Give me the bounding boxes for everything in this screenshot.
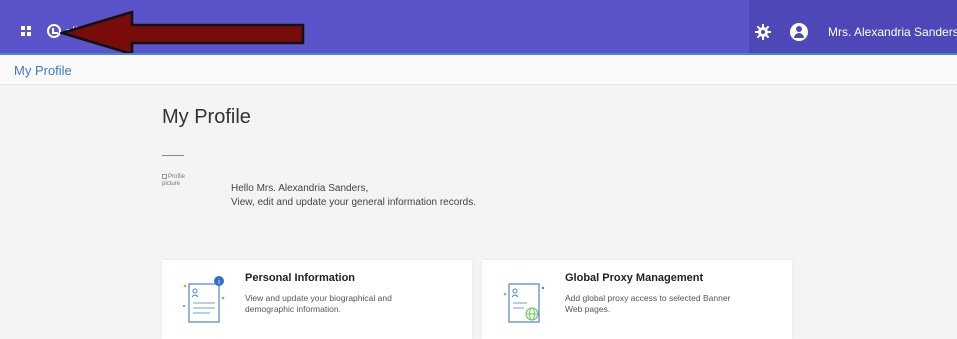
logo-mark-icon [47,24,61,38]
profile-picture: Profile picture [162,174,200,194]
card-description: Add global proxy access to selected Bann… [565,293,765,315]
gear-icon[interactable] [755,24,771,40]
card-description-line: View and update your biographical and [245,293,392,303]
card-description-line: Add global proxy access to selected Bann… [565,293,731,303]
card-description-line: demographic information. [245,304,341,314]
page-title: My Profile [162,106,251,128]
card-description-line: Web pages. [565,304,611,314]
breadcrumb-bar: My Profile [0,53,957,85]
user-name[interactable]: Mrs. Alexandria Sanders [828,25,957,39]
divider [162,155,184,156]
intro-line: View, edit and update your general infor… [231,197,476,208]
card-description: View and update your biographical and de… [245,293,445,315]
annotation-arrow-icon [60,10,305,56]
greeting-text: Hello Mrs. Alexandria Sanders, View, edi… [231,182,476,210]
person-document-icon: i [183,276,225,323]
breadcrumb[interactable]: My Profile [14,63,72,78]
person-globe-document-icon [503,283,545,323]
card-personal-information[interactable]: i Personal Information View and update y… [162,260,472,339]
user-avatar-icon[interactable] [790,23,808,41]
greeting-line: Hello Mrs. Alexandria Sanders, [231,183,369,194]
app-grid-icon[interactable] [21,26,31,36]
card-global-proxy-management[interactable]: Global Proxy Management Add global proxy… [482,260,792,339]
broken-image-icon [162,174,167,179]
card-title[interactable]: Personal Information [245,272,355,284]
card-title[interactable]: Global Proxy Management [565,272,703,284]
